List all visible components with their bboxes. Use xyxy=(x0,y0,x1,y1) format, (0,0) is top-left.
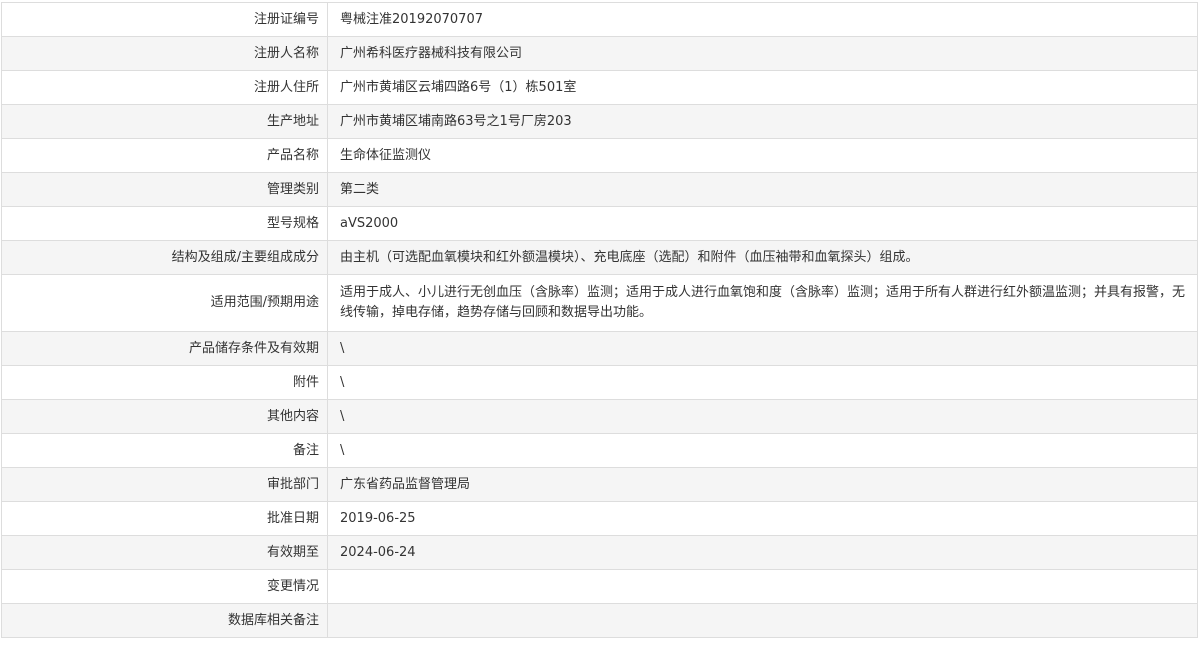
field-value: \ xyxy=(327,433,1198,468)
field-value: \ xyxy=(327,331,1198,366)
field-value: 广州市黄埔区埔南路63号之1号厂房203 xyxy=(327,104,1198,139)
table-row: 数据库相关备注 xyxy=(1,603,1198,638)
field-label: 产品名称 xyxy=(1,138,328,173)
field-value: 由主机（可选配血氧模块和红外额温模块）、充电底座（选配）和附件（血压袖带和血氧探… xyxy=(327,240,1198,275)
field-label: 型号规格 xyxy=(1,206,328,241)
field-value: \ xyxy=(327,399,1198,434)
field-value xyxy=(327,603,1198,638)
field-label: 数据库相关备注 xyxy=(1,603,328,638)
field-label: 有效期至 xyxy=(1,535,328,570)
field-label: 注册证编号 xyxy=(1,2,328,37)
field-value: 2019-06-25 xyxy=(327,501,1198,536)
table-row: 注册人住所 广州市黄埔区云埔四路6号（1）栋501室 xyxy=(1,70,1198,105)
table-row: 有效期至 2024-06-24 xyxy=(1,535,1198,570)
table-row: 生产地址 广州市黄埔区埔南路63号之1号厂房203 xyxy=(1,104,1198,139)
field-label: 产品储存条件及有效期 xyxy=(1,331,328,366)
field-label: 备注 xyxy=(1,433,328,468)
table-row: 产品储存条件及有效期 \ xyxy=(1,331,1198,366)
field-label: 适用范围/预期用途 xyxy=(1,274,328,332)
table-row: 变更情况 xyxy=(1,569,1198,604)
field-label: 审批部门 xyxy=(1,467,328,502)
field-label: 附件 xyxy=(1,365,328,400)
field-label: 变更情况 xyxy=(1,569,328,604)
field-label: 注册人名称 xyxy=(1,36,328,71)
table-row: 注册人名称 广州希科医疗器械科技有限公司 xyxy=(1,36,1198,71)
field-value xyxy=(327,569,1198,604)
field-label: 结构及组成/主要组成成分 xyxy=(1,240,328,275)
field-value: 广州市黄埔区云埔四路6号（1）栋501室 xyxy=(327,70,1198,105)
registration-detail-table: 注册证编号 粤械注准20192070707 注册人名称 广州希科医疗器械科技有限… xyxy=(1,2,1198,638)
field-value: aVS2000 xyxy=(327,206,1198,241)
table-row: 审批部门 广东省药品监督管理局 xyxy=(1,467,1198,502)
field-label: 其他内容 xyxy=(1,399,328,434)
field-label: 管理类别 xyxy=(1,172,328,207)
field-value: 第二类 xyxy=(327,172,1198,207)
field-label: 生产地址 xyxy=(1,104,328,139)
field-value: 广州希科医疗器械科技有限公司 xyxy=(327,36,1198,71)
table-row: 其他内容 \ xyxy=(1,399,1198,434)
table-row: 批准日期 2019-06-25 xyxy=(1,501,1198,536)
field-value: 适用于成人、小儿进行无创血压（含脉率）监测；适用于成人进行血氧饱和度（含脉率）监… xyxy=(327,274,1198,332)
table-row: 型号规格 aVS2000 xyxy=(1,206,1198,241)
table-row: 产品名称 生命体征监测仪 xyxy=(1,138,1198,173)
table-row: 结构及组成/主要组成成分 由主机（可选配血氧模块和红外额温模块）、充电底座（选配… xyxy=(1,240,1198,275)
field-value: 广东省药品监督管理局 xyxy=(327,467,1198,502)
field-label: 注册人住所 xyxy=(1,70,328,105)
table-row: 附件 \ xyxy=(1,365,1198,400)
field-value: 生命体征监测仪 xyxy=(327,138,1198,173)
field-value: 粤械注准20192070707 xyxy=(327,2,1198,37)
field-value: 2024-06-24 xyxy=(327,535,1198,570)
field-label: 批准日期 xyxy=(1,501,328,536)
table-row: 注册证编号 粤械注准20192070707 xyxy=(1,2,1198,37)
table-row: 管理类别 第二类 xyxy=(1,172,1198,207)
field-value: \ xyxy=(327,365,1198,400)
table-row: 适用范围/预期用途 适用于成人、小儿进行无创血压（含脉率）监测；适用于成人进行血… xyxy=(1,274,1198,332)
table-row: 备注 \ xyxy=(1,433,1198,468)
